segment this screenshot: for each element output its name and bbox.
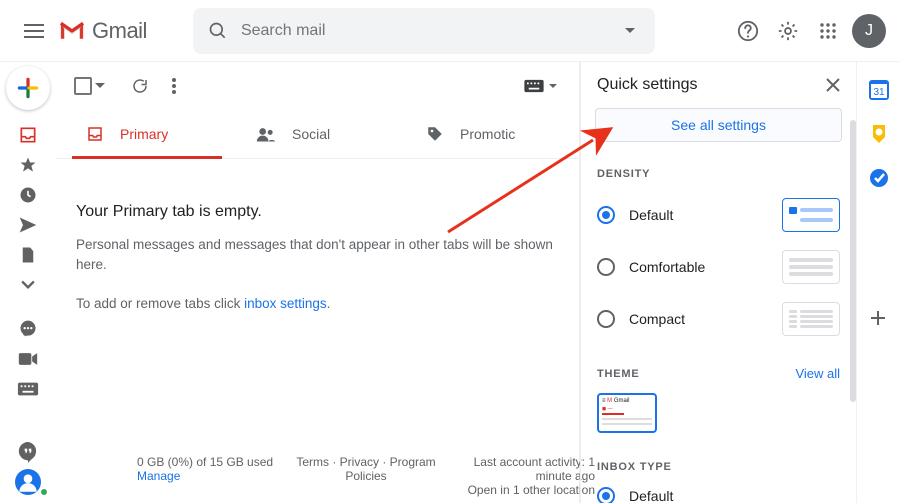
inbox-type-default[interactable]: Default: [597, 487, 840, 503]
get-addons[interactable]: [869, 309, 889, 329]
empty-title: Your Primary tab is empty.: [76, 203, 559, 221]
quick-settings-title: Quick settings: [597, 76, 697, 94]
tab-promotions[interactable]: Promotic: [412, 110, 529, 158]
view-all-themes[interactable]: View all: [795, 366, 840, 381]
select-all-checkbox[interactable]: [74, 77, 105, 95]
tasks-addon[interactable]: [869, 168, 889, 188]
radio-selected-icon: [597, 206, 615, 224]
more-button[interactable]: [157, 69, 191, 103]
side-panel: 31: [856, 62, 900, 503]
nav-starred[interactable]: [8, 150, 48, 180]
see-all-settings-button[interactable]: See all settings: [595, 108, 842, 142]
people-icon: [256, 126, 276, 142]
tab-label: Social: [292, 126, 330, 142]
settings-button[interactable]: [768, 11, 808, 51]
nav-more[interactable]: [8, 270, 48, 300]
left-nav: [0, 62, 56, 503]
nav-account[interactable]: [8, 467, 48, 497]
gmail-icon: [58, 21, 86, 41]
close-quick-settings[interactable]: [826, 78, 840, 92]
app-name: Gmail: [92, 18, 147, 44]
footer-storage: 0 GB (0%) of 15 GB used Manage: [131, 455, 288, 497]
nav-hangouts[interactable]: [8, 437, 48, 467]
nav-chat[interactable]: [8, 314, 48, 344]
main-area: Primary Social Promotic Your Primary tab…: [56, 62, 580, 503]
density-thumb-compact: [782, 302, 840, 336]
theme-section-label: THEME View all: [597, 366, 840, 381]
density-thumb-comfortable: [782, 250, 840, 284]
density-option-compact[interactable]: Compact: [597, 302, 840, 336]
radio-unselected-icon: [597, 310, 615, 328]
inbox-type-section-label: INBOX TYPE: [597, 461, 840, 473]
nav-keyboard[interactable]: [8, 374, 48, 404]
main-menu-button[interactable]: [14, 11, 54, 51]
toolbar: [56, 62, 579, 110]
quick-settings-panel: Quick settings See all settings DENSITY …: [580, 62, 856, 503]
inbox-icon: [86, 125, 104, 143]
header-bar: Gmail J: [0, 0, 900, 62]
search-input[interactable]: [235, 21, 613, 41]
account-avatar[interactable]: J: [852, 14, 886, 48]
tab-social[interactable]: Social: [242, 110, 412, 158]
tag-icon: [426, 125, 444, 143]
nav-inbox[interactable]: [8, 120, 48, 150]
nav-meet[interactable]: [8, 344, 48, 374]
density-thumb-default: [782, 198, 840, 232]
compose-button[interactable]: [6, 66, 50, 110]
support-button[interactable]: [728, 11, 768, 51]
footer: 0 GB (0%) of 15 GB used Manage Terms · P…: [131, 455, 601, 497]
search-icon[interactable]: [201, 14, 235, 48]
nav-sent[interactable]: [8, 210, 48, 240]
radio-unselected-icon: [597, 258, 615, 276]
refresh-button[interactable]: [123, 69, 157, 103]
footer-activity: Last account activity: 1 minute ago Open…: [444, 455, 601, 497]
radio-selected-icon: [597, 487, 615, 503]
nav-drafts[interactable]: [8, 240, 48, 270]
inbox-settings-link[interactable]: inbox settings: [244, 296, 327, 311]
density-option-default[interactable]: Default: [597, 198, 840, 232]
empty-line2: To add or remove tabs click inbox settin…: [76, 294, 559, 314]
calendar-addon[interactable]: 31: [869, 80, 889, 100]
chevron-down-icon: [549, 84, 557, 89]
manage-storage-link[interactable]: Manage: [137, 469, 282, 483]
theme-thumbnail-default[interactable]: ≡ M Gmail ◼ —: [597, 393, 657, 433]
search-bar[interactable]: [193, 8, 655, 54]
tab-primary[interactable]: Primary: [72, 110, 242, 158]
category-tabs: Primary Social Promotic: [56, 110, 579, 159]
svg-text:31: 31: [873, 87, 885, 98]
input-method-button[interactable]: [523, 79, 557, 93]
footer-policies[interactable]: Terms · Privacy · Program Policies: [288, 455, 445, 497]
tab-label: Promotic: [460, 126, 515, 142]
keyboard-icon: [523, 79, 545, 93]
tab-label: Primary: [120, 126, 168, 142]
keep-addon[interactable]: [869, 124, 889, 144]
density-section-label: DENSITY: [597, 168, 840, 180]
density-option-comfortable[interactable]: Comfortable: [597, 250, 840, 284]
google-apps-button[interactable]: [808, 11, 848, 51]
close-icon: [826, 78, 840, 92]
gmail-logo[interactable]: Gmail: [58, 18, 147, 44]
search-options-button[interactable]: [613, 14, 647, 48]
empty-line1: Personal messages and messages that don'…: [76, 235, 559, 276]
nav-snoozed[interactable]: [8, 180, 48, 210]
empty-state: Your Primary tab is empty. Personal mess…: [56, 159, 579, 332]
